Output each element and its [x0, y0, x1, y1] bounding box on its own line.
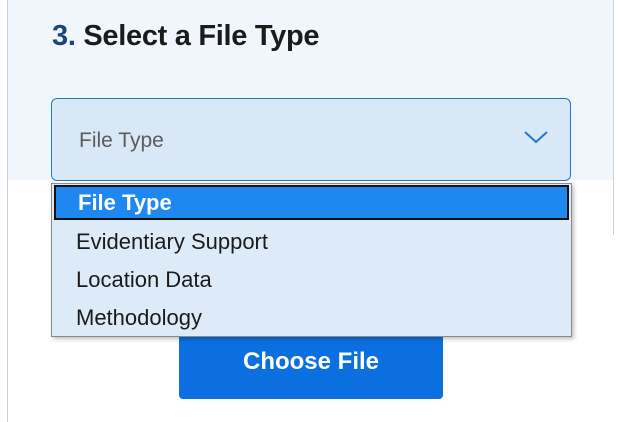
upload-panel: 3. Select a File Type File Type Choose F… [0, 0, 619, 422]
step-number: 3. [52, 20, 76, 52]
panel-border [613, 0, 614, 235]
panel-border [7, 0, 8, 422]
option-methodology[interactable]: Methodology [52, 299, 571, 336]
file-type-select[interactable]: File Type [51, 98, 571, 181]
chevron-down-icon [524, 131, 548, 144]
file-type-dropdown-list: File Type Evidentiary Support Location D… [51, 183, 572, 337]
option-file-type[interactable]: File Type [54, 185, 569, 220]
option-evidentiary-support[interactable]: Evidentiary Support [52, 223, 571, 260]
section-title: 3. Select a File Type [52, 20, 320, 53]
option-location-data[interactable]: Location Data [52, 261, 571, 298]
select-current-value: File Type [79, 129, 164, 152]
section-title-text: Select a File Type [83, 20, 320, 52]
